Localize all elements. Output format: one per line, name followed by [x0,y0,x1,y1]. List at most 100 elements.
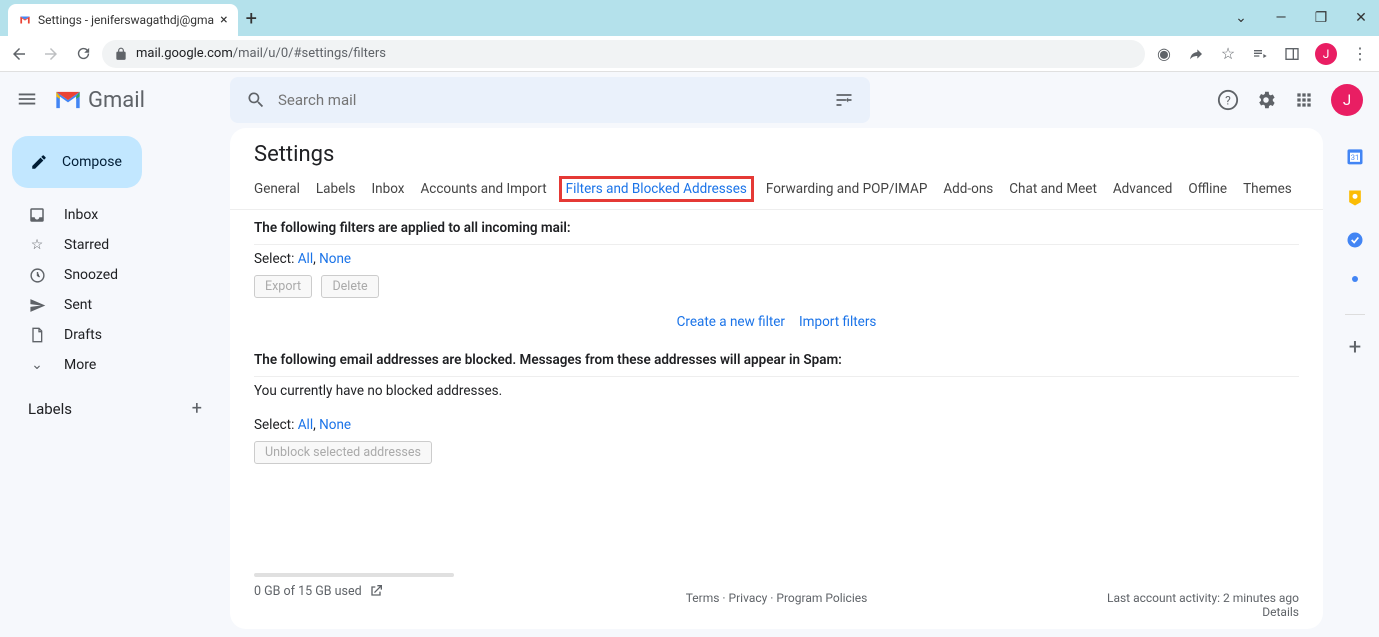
back-button[interactable] [10,45,28,63]
panel-icon[interactable] [1283,45,1301,63]
select-all-blocked[interactable]: All [298,417,313,433]
file-icon [28,326,46,344]
lock-icon [114,47,128,61]
footer-policies[interactable]: Program Policies [776,591,867,605]
tab-inbox[interactable]: Inbox [372,179,405,199]
compose-button[interactable]: Compose [12,136,142,188]
url-path: /mail/u/0/#settings/filters [233,46,386,61]
select-none-blocked[interactable]: None [319,417,351,433]
details-link[interactable]: Details [1262,605,1299,619]
settings-gear-icon[interactable] [1255,89,1277,111]
tab-filters[interactable]: Filters and Blocked Addresses [559,176,754,202]
chevron-down-icon[interactable]: ⌄ [1231,10,1251,26]
tab-labels[interactable]: Labels [316,179,356,199]
search-box[interactable] [230,77,870,123]
tab-offline[interactable]: Offline [1188,179,1227,199]
export-button[interactable]: Export [254,275,312,298]
send-icon [28,296,46,314]
storage-bar [254,573,454,577]
bookmark-star-icon[interactable]: ☆ [1219,45,1237,63]
search-input[interactable] [278,91,822,109]
add-addon-icon[interactable]: + [1345,337,1365,357]
minimize-icon[interactable]: ― [1271,10,1291,26]
share-icon[interactable] [1187,45,1205,63]
search-icon [246,90,266,110]
select-row-blocked: Select: All, None [230,413,1323,437]
browser-tab-strip: Settings - jeniferswagathdj@gma × + ⌄ ― … [0,0,1379,36]
footer-privacy[interactable]: Privacy [729,591,768,605]
sidebar: Compose Inbox ☆Starred Snoozed Sent Draf… [0,128,230,637]
select-all-filters[interactable]: All [298,251,313,267]
tab-general[interactable]: General [254,179,300,199]
main-menu-icon[interactable] [16,88,40,112]
gmail-logo-text: Gmail [88,88,145,113]
tab-accounts[interactable]: Accounts and Import [420,179,546,199]
filters-heading: The following filters are applied to all… [230,210,1323,242]
settings-panel: Settings General Labels Inbox Accounts a… [230,128,1323,629]
side-panel: 31 + [1331,128,1379,637]
inbox-icon [28,206,46,224]
url-host: mail.google.com [136,46,233,61]
tasks-icon[interactable] [1345,230,1365,250]
gmail-logo[interactable]: Gmail [54,88,145,113]
footer-terms[interactable]: Terms [686,591,720,605]
select-row-filters: Select: All, None [230,247,1323,271]
close-window-icon[interactable]: ✕ [1351,10,1371,26]
reload-button[interactable] [74,45,92,63]
delete-button[interactable]: Delete [321,275,378,298]
keep-icon[interactable] [1345,188,1365,208]
create-filter-link[interactable]: Create a new filter [677,314,785,330]
url-omnibox[interactable]: mail.google.com/mail/u/0/#settings/filte… [102,40,1145,68]
select-none-filters[interactable]: None [319,251,351,267]
tab-title: Settings - jeniferswagathdj@gma [38,13,214,27]
gmail-logo-icon [54,89,82,111]
settings-footer: Terms · Privacy · Program Policies Last … [230,591,1323,619]
clock-icon [28,266,46,284]
tab-themes[interactable]: Themes [1243,179,1292,199]
forward-button[interactable] [42,45,60,63]
tab-chat[interactable]: Chat and Meet [1009,179,1097,199]
labels-header: Labels + [8,398,222,419]
contacts-icon[interactable] [1345,272,1365,292]
calendar-icon[interactable]: 31 [1345,146,1365,166]
help-icon[interactable]: ? [1217,89,1239,111]
add-label-button[interactable]: + [192,398,202,419]
sidebar-item-starred[interactable]: ☆Starred [8,230,222,260]
tab-addons[interactable]: Add-ons [943,179,993,199]
playlist-icon[interactable] [1251,45,1269,63]
tab-forwarding[interactable]: Forwarding and POP/IMAP [766,179,927,199]
apps-grid-icon[interactable] [1293,89,1315,111]
star-icon: ☆ [28,236,46,254]
maximize-icon[interactable]: ❐ [1311,10,1331,26]
chrome-menu-icon[interactable]: ⋮ [1351,45,1369,63]
sidebar-item-sent[interactable]: Sent [8,290,222,320]
sidebar-item-more[interactable]: ⌄More [8,350,222,380]
eye-icon[interactable]: ◉ [1155,45,1173,63]
profile-avatar-small[interactable]: J [1315,43,1337,65]
compose-label: Compose [62,154,122,170]
chevron-down-icon: ⌄ [28,356,46,374]
sidebar-item-drafts[interactable]: Drafts [8,320,222,350]
browser-tab[interactable]: Settings - jeniferswagathdj@gma × [8,4,238,36]
account-avatar[interactable]: J [1331,84,1363,116]
gmail-app: Gmail ? J Compose [0,72,1379,637]
tune-icon[interactable] [834,90,854,110]
sidebar-item-snoozed[interactable]: Snoozed [8,260,222,290]
app-header: Gmail ? J [0,72,1379,128]
pencil-icon [30,153,48,171]
new-tab-button[interactable]: + [246,6,257,30]
page-title: Settings [230,128,1323,173]
svg-text:?: ? [1225,94,1231,108]
import-filters-link[interactable]: Import filters [799,314,876,330]
unblock-button[interactable]: Unblock selected addresses [254,441,432,464]
tab-close-icon[interactable]: × [220,12,227,28]
svg-text:31: 31 [1351,153,1359,162]
sidebar-item-inbox[interactable]: Inbox [8,200,222,230]
activity-text: Last account activity: 2 minutes ago [1107,591,1299,605]
tab-advanced[interactable]: Advanced [1113,179,1173,199]
settings-tabs: General Labels Inbox Accounts and Import… [230,173,1323,210]
gmail-favicon [18,13,32,27]
window-controls: ⌄ ― ❐ ✕ [1231,10,1371,26]
no-blocked-text: You currently have no blocked addresses. [230,379,1323,403]
address-bar: mail.google.com/mail/u/0/#settings/filte… [0,36,1379,72]
